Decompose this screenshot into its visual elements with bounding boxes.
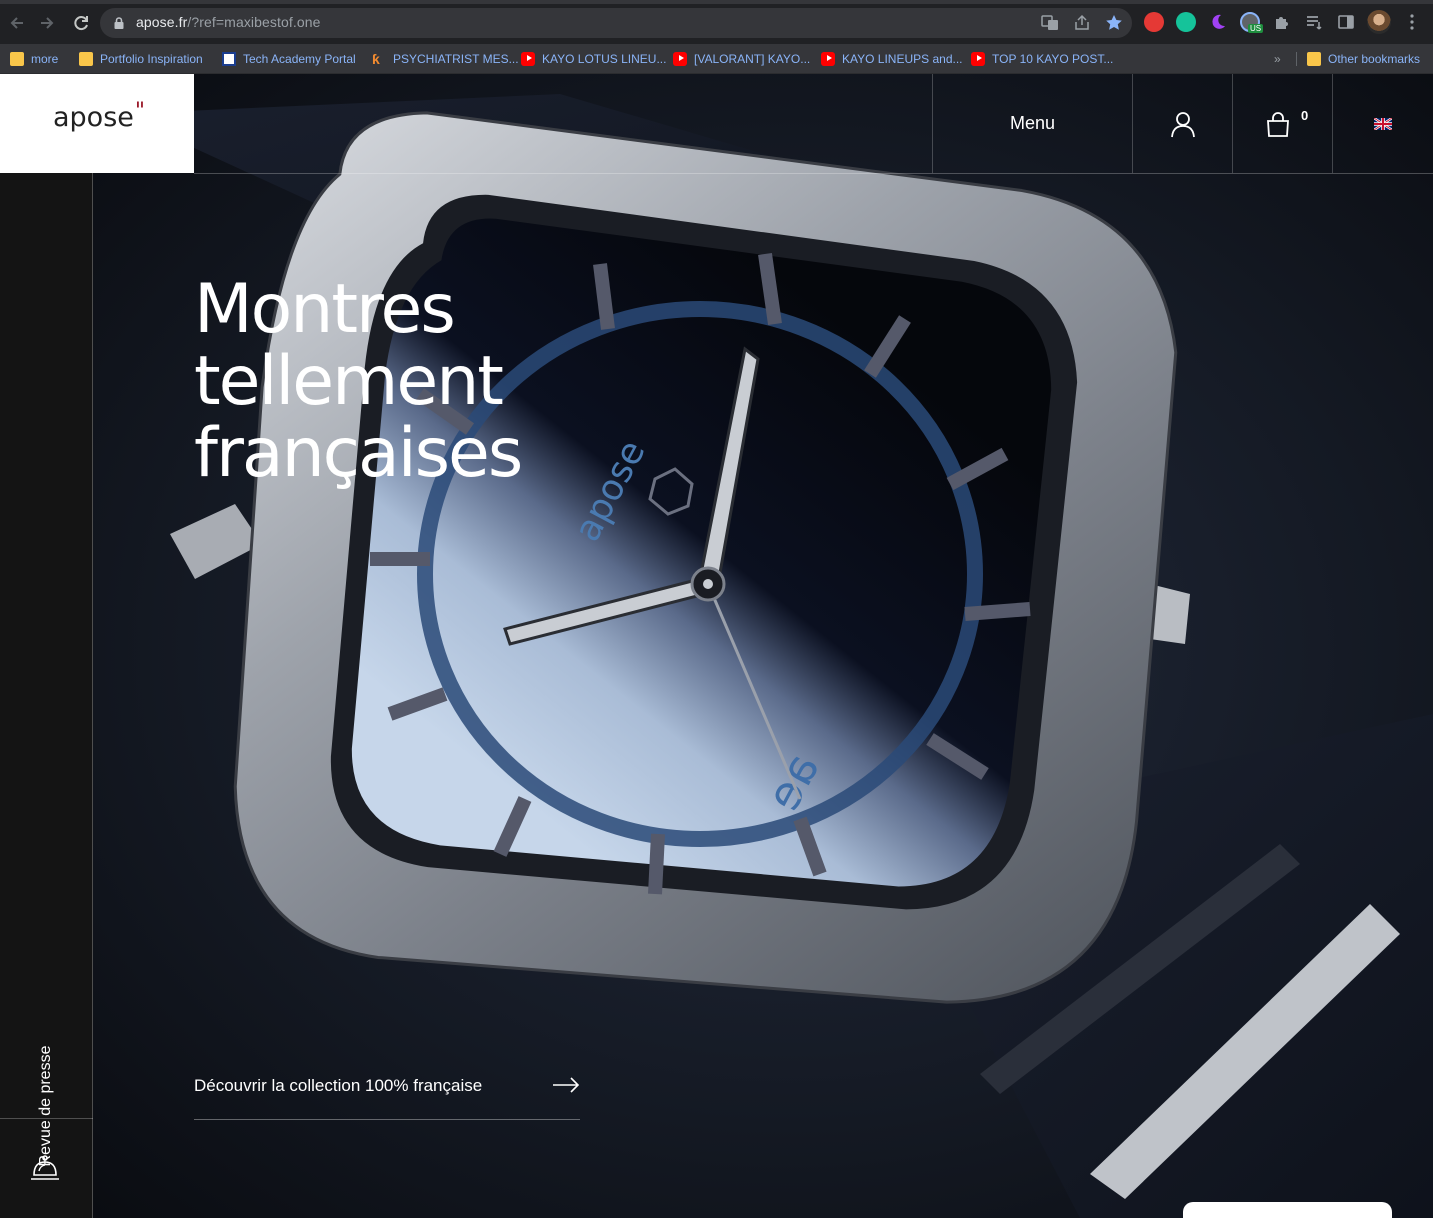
bookmark-label: [VALORANT] KAYO... [694, 52, 811, 66]
puzzle-icon[interactable] [1272, 12, 1292, 32]
extension-vpn-icon[interactable]: US [1240, 12, 1264, 33]
language-switcher[interactable] [1332, 74, 1433, 173]
folder-icon [1307, 52, 1321, 66]
extension-darkmode-icon[interactable] [1208, 12, 1228, 32]
shopping-bag-icon [1266, 111, 1289, 137]
header-divider [194, 173, 1433, 174]
url-path: /?ref=maxibestof.one [187, 14, 321, 30]
arrow-left-icon [10, 17, 23, 29]
headline-line: Montres [194, 270, 456, 349]
overflow-chevron-icon: » [1274, 52, 1281, 66]
bookmark-label: TOP 10 KAYO POST... [992, 52, 1114, 66]
bookmark-item[interactable]: [VALORANT] KAYO... [673, 51, 810, 67]
url-text: apose.fr/?ref=maxibestof.one [136, 14, 321, 30]
other-bookmarks-label: Other bookmarks [1328, 52, 1421, 66]
extension-adblock-icon[interactable] [1144, 12, 1164, 32]
youtube-icon [821, 52, 835, 66]
bookmark-item[interactable]: KAYO LINEUPS and... [821, 51, 963, 67]
reading-list-icon[interactable] [1304, 12, 1324, 32]
logo-accent-mark: " [134, 99, 146, 124]
bookmark-item[interactable]: Portfolio Inspiration [79, 51, 203, 67]
side-panel-icon[interactable] [1336, 12, 1356, 32]
site-logo[interactable]: apose" [0, 74, 194, 173]
kebab-menu-icon[interactable] [1402, 12, 1422, 32]
vpn-badge: US [1248, 24, 1264, 33]
youtube-icon [521, 52, 535, 66]
browser-toolbar: apose.fr/?ref=maxibestof.one US [0, 0, 1433, 44]
press-review-label: Revue de presse [37, 1045, 54, 1167]
arrow-right-icon [41, 17, 54, 29]
bookmark-item[interactable]: Tech Academy Portal [222, 51, 356, 67]
account-button[interactable] [1132, 74, 1232, 173]
youtube-icon [673, 52, 687, 66]
left-sidebar: Revue de presse [0, 173, 93, 1218]
share-icon[interactable] [1072, 13, 1092, 33]
other-bookmarks[interactable]: Other bookmarks [1307, 51, 1420, 67]
site-favicon-icon [222, 52, 236, 66]
folder-icon [79, 52, 93, 66]
address-bar[interactable]: apose.fr/?ref=maxibestof.one [100, 8, 1132, 38]
cart-count-badge: 0 [1301, 108, 1309, 123]
reload-icon [74, 16, 88, 31]
bookmarks-divider [1296, 52, 1297, 66]
cta-label: Découvrir la collection 100% française [194, 1076, 483, 1095]
hero-image: apose ae [0, 74, 1433, 1218]
watch-photo: apose ae [0, 74, 1433, 1218]
user-icon [1170, 111, 1195, 137]
youtube-icon [971, 52, 985, 66]
bookmarks-bar: more Portfolio Inspiration Tech Academy … [0, 44, 1433, 74]
k-logo-icon: ƙ [372, 51, 380, 67]
bookmark-label: PSYCHIATRIST MES... [393, 52, 519, 66]
page-viewport: apose ae apose" Menu 0 [0, 74, 1433, 1218]
bookmarks-overflow-button[interactable]: » [1274, 51, 1281, 67]
headline-line: françaises [194, 414, 523, 493]
bookmark-star-icon[interactable] [1104, 13, 1124, 33]
bookmark-label: Portfolio Inspiration [100, 52, 203, 66]
logo-wordmark: apose" [53, 99, 146, 133]
lock-icon [114, 17, 124, 29]
chat-widget-tab[interactable] [1183, 1202, 1392, 1218]
menu-button[interactable]: Menu [932, 74, 1132, 173]
bookmark-label: more [31, 52, 59, 66]
reload-button[interactable] [70, 12, 92, 34]
bookmark-label: KAYO LOTUS LINEU... [542, 52, 667, 66]
bookmark-label: KAYO LINEUPS and... [842, 52, 963, 66]
bookmark-label: Tech Academy Portal [243, 52, 356, 66]
back-button[interactable] [6, 12, 28, 34]
concierge-bell-icon[interactable] [29, 1153, 61, 1185]
hero-headline: Montres tellement françaises [194, 270, 523, 493]
discover-collection-link[interactable]: Découvrir la collection 100% française [194, 1074, 580, 1120]
logo-text: apose [53, 102, 134, 133]
extension-grammarly-icon[interactable] [1176, 12, 1196, 32]
folder-icon [10, 52, 24, 66]
sidebar-divider [0, 1118, 93, 1119]
bookmark-item[interactable]: TOP 10 KAYO POST... [971, 51, 1113, 67]
url-domain: apose.fr [136, 14, 188, 30]
translate-icon[interactable] [1040, 13, 1060, 33]
uk-flag-icon [1374, 117, 1392, 130]
tab-strip-edge [0, 0, 1433, 4]
arrow-right-icon [553, 1077, 580, 1093]
headline-line: tellement [194, 342, 504, 421]
forward-button[interactable] [36, 12, 58, 34]
menu-label: Menu [1009, 113, 1056, 133]
profile-avatar[interactable] [1367, 10, 1391, 34]
bookmark-item[interactable]: more [10, 51, 58, 67]
bookmark-item[interactable]: KAYO LOTUS LINEU... [521, 51, 666, 67]
bookmark-item[interactable]: ƙ PSYCHIATRIST MES... [372, 51, 519, 67]
cart-button[interactable]: 0 [1232, 74, 1332, 173]
